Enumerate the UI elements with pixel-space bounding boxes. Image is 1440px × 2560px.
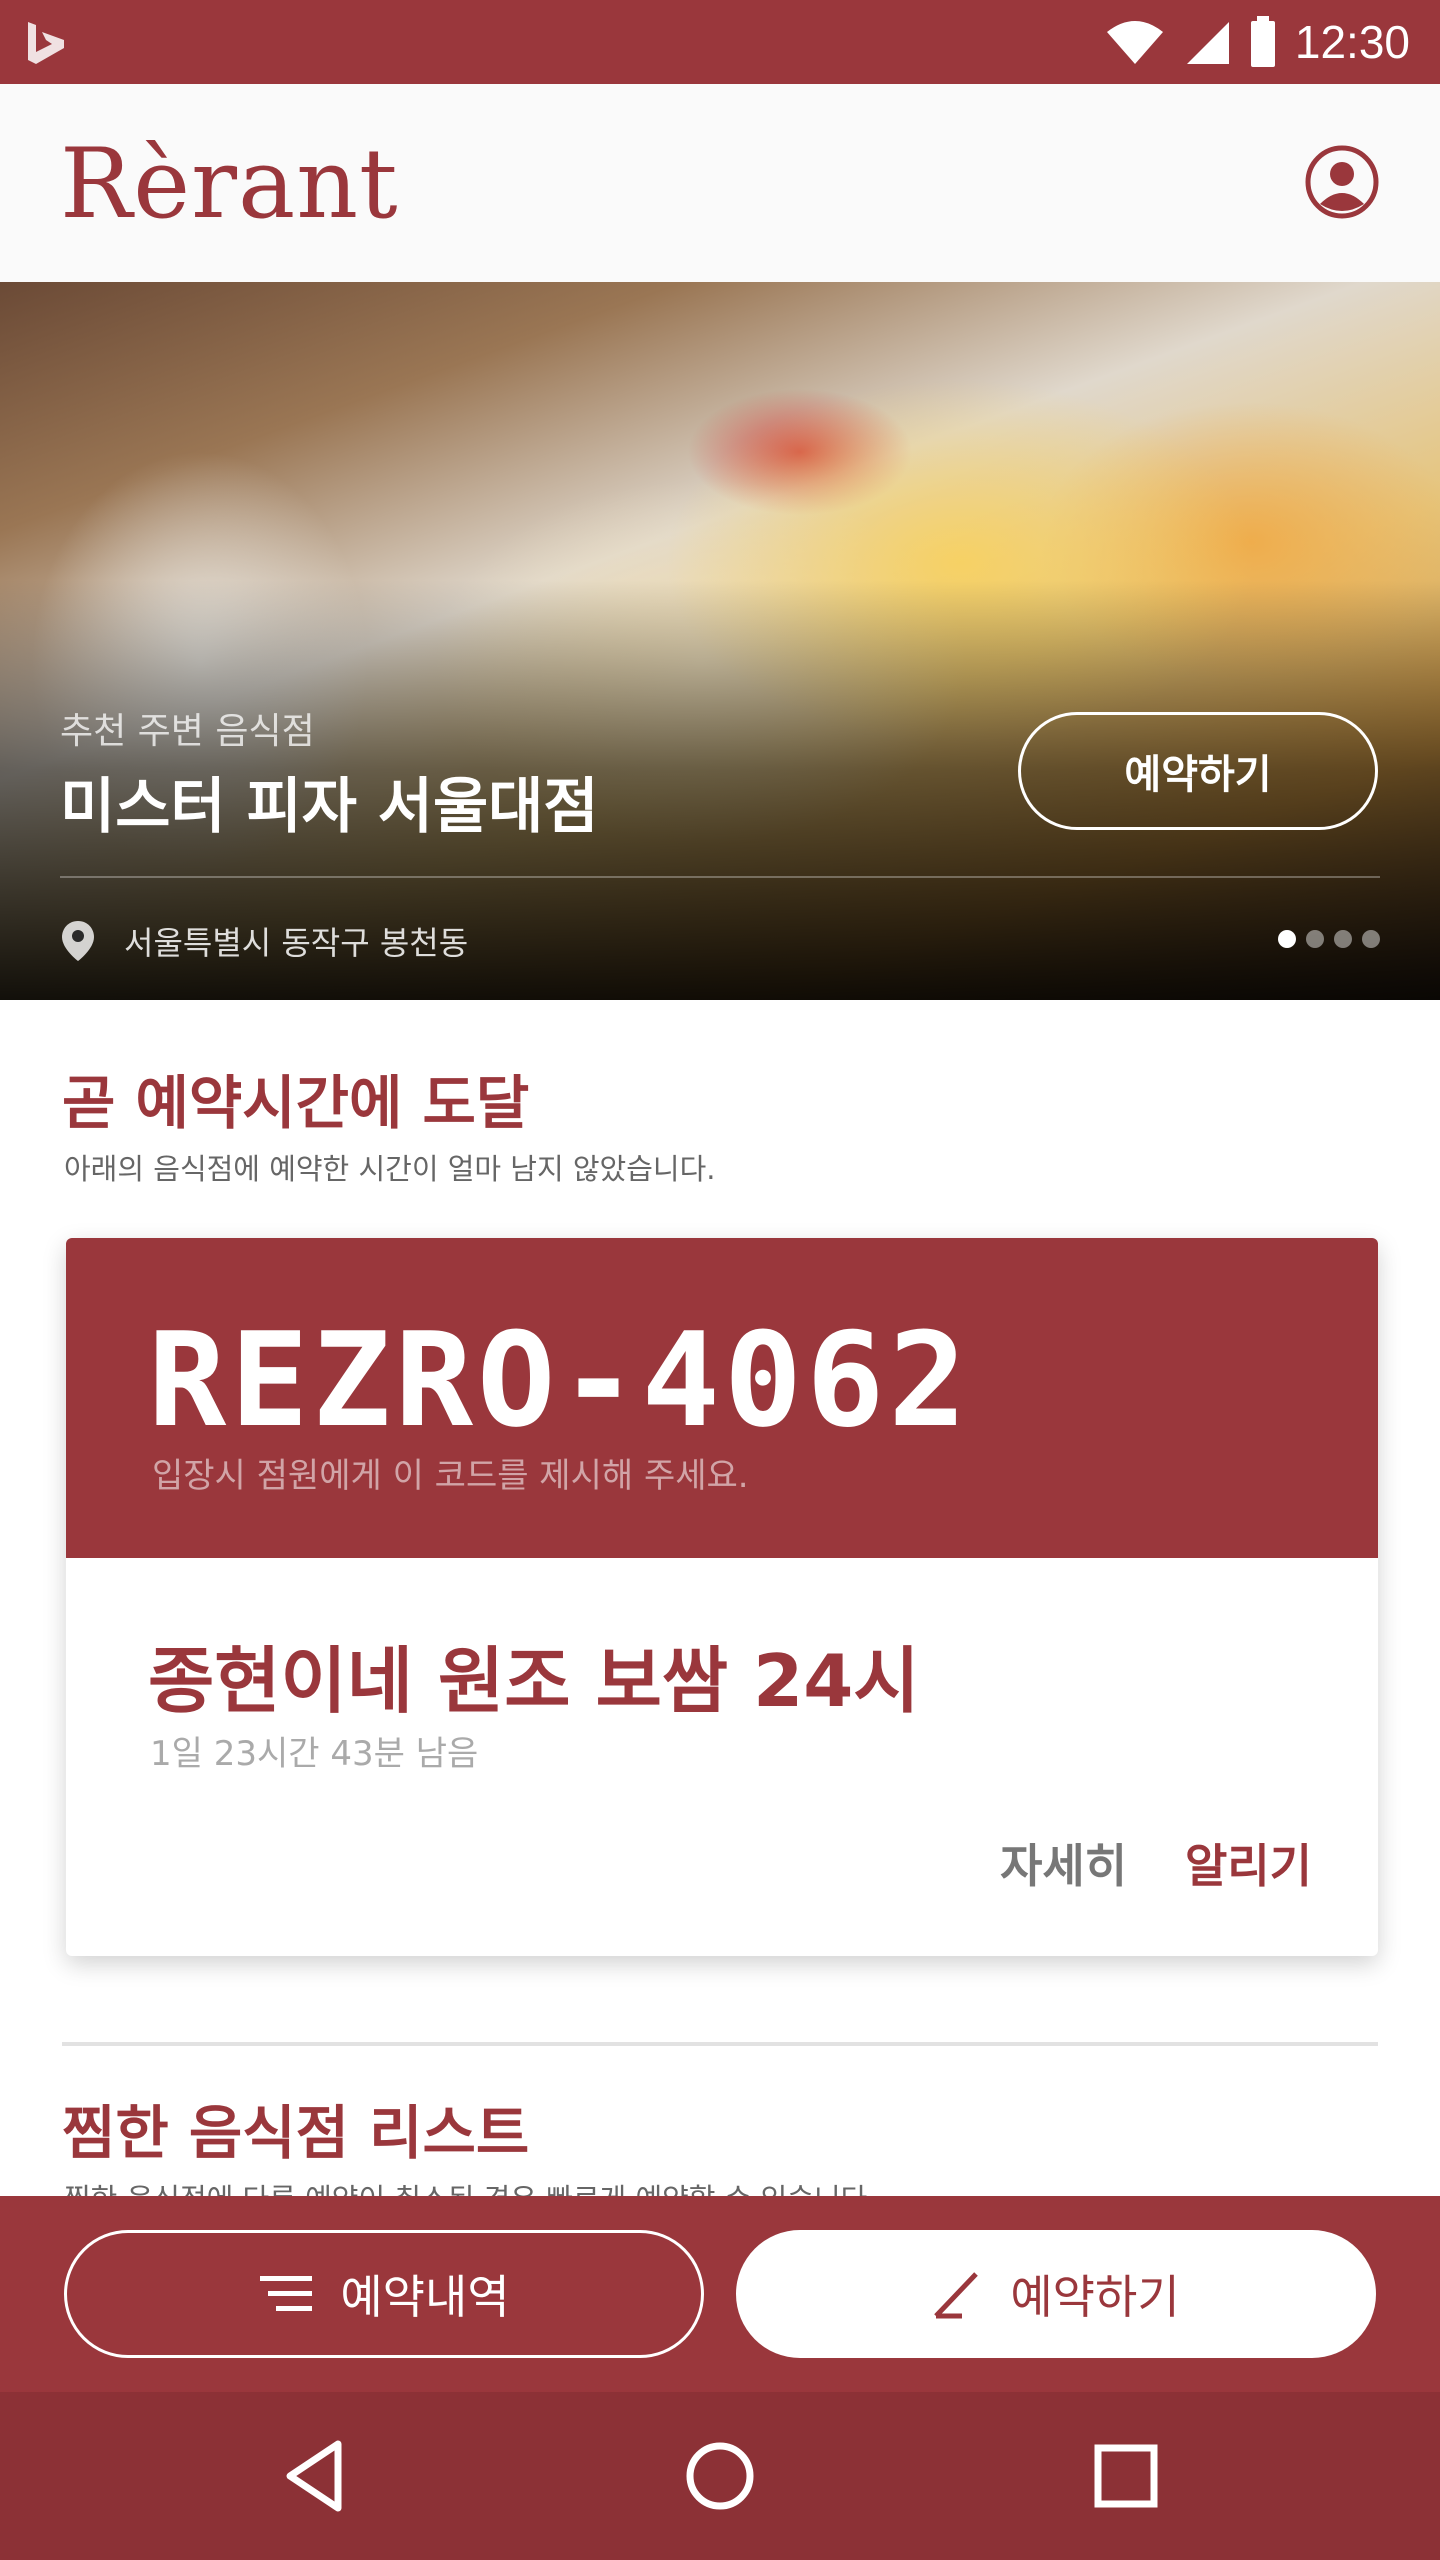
hero-restaurant-name: 미스터 피자 서울대점: [60, 772, 599, 842]
back-icon[interactable]: [272, 2432, 360, 2520]
recommended-restaurant-banner[interactable]: 추천 주변 음식점 미스터 피자 서울대점 예약하기 서울특별시 동작구 봉천동: [0, 282, 1440, 1000]
upcoming-section-title: 곧 예약시간에 도달: [62, 1069, 530, 1137]
bottom-action-bar: 예약내역 예약하기: [0, 2196, 1440, 2392]
hero-address: 서울특별시 동작구 봉천동: [124, 924, 469, 962]
carousel-dot[interactable]: [1278, 930, 1296, 948]
home-icon[interactable]: [676, 2432, 764, 2520]
system-nav-bar: [0, 2392, 1440, 2560]
carousel-indicator[interactable]: [1278, 930, 1380, 948]
carousel-dot[interactable]: [1362, 930, 1380, 948]
card-actions: 자세히 알리기: [1000, 1830, 1312, 1896]
make-reservation-button[interactable]: 예약하기: [736, 2230, 1376, 2358]
wifi-icon: [1106, 21, 1163, 64]
list-icon: [260, 2276, 313, 2311]
status-bar: 12:30: [0, 0, 1440, 84]
battery-icon: [1250, 16, 1275, 67]
hero-reserve-button[interactable]: 예약하기: [1018, 712, 1378, 830]
detail-button[interactable]: 자세히: [1000, 1830, 1127, 1896]
recents-icon[interactable]: [1082, 2432, 1170, 2520]
location-pin-icon: [62, 921, 94, 961]
hero-divider: [60, 876, 1380, 878]
time-remaining: 1일 23시간 43분 남음: [150, 1734, 479, 1774]
clock: 12:30: [1294, 16, 1410, 68]
favorites-section-title: 찜한 음식점 리스트: [62, 2099, 530, 2167]
reservation-history-label: 예약내역: [340, 2270, 510, 2324]
hero-subtitle: 추천 주변 음식점: [60, 711, 315, 752]
app-bar: Rèrant: [0, 84, 1440, 282]
reserved-restaurant-name: 종현이네 원조 보쌈 24시: [148, 1639, 920, 1723]
reservation-card: REZRO-4062 입장시 점원에게 이 코드를 제시해 주세요. 종현이네 …: [66, 1238, 1378, 1956]
reservation-code-panel: REZRO-4062 입장시 점원에게 이 코드를 제시해 주세요.: [66, 1238, 1378, 1558]
reservation-history-button[interactable]: 예약내역: [64, 2230, 704, 2358]
reservation-code: REZRO-4062: [148, 1304, 971, 1456]
bing-icon: [28, 22, 64, 64]
signal-icon: [1186, 22, 1229, 64]
notify-button[interactable]: 알리기: [1185, 1830, 1312, 1896]
section-divider: [62, 2042, 1378, 2046]
app-logo: Rèrant: [60, 128, 399, 240]
carousel-dot[interactable]: [1334, 930, 1352, 948]
hero-location: 서울특별시 동작구 봉천동: [60, 918, 468, 964]
pencil-icon: [934, 2272, 979, 2319]
profile-icon[interactable]: [1304, 144, 1380, 220]
carousel-dot[interactable]: [1306, 930, 1324, 948]
upcoming-section-description: 아래의 음식점에 예약한 시간이 얼마 남지 않았습니다.: [64, 1152, 716, 1186]
reservation-code-hint: 입장시 점원에게 이 코드를 제시해 주세요.: [152, 1456, 749, 1496]
make-reservation-label: 예약하기: [1010, 2270, 1180, 2324]
